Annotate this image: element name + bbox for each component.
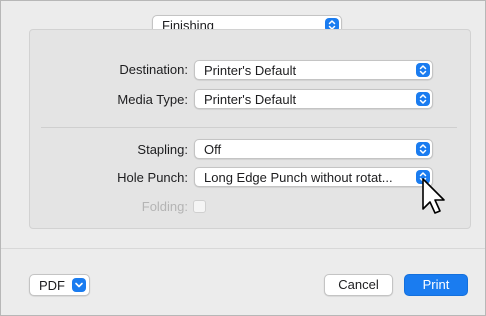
folding-checkbox[interactable] <box>193 200 206 213</box>
hole-punch-label: Hole Punch: <box>117 170 188 185</box>
section-divider <box>41 127 457 128</box>
mouse-pointer-icon <box>422 178 445 214</box>
cancel-button[interactable]: Cancel <box>324 274 393 296</box>
up-down-chevron-icon <box>416 63 430 77</box>
folding-label: Folding: <box>141 199 188 214</box>
stapling-popup[interactable]: Off <box>194 139 433 159</box>
hole-punch-value: Long Edge Punch without rotat... <box>204 170 393 185</box>
up-down-chevron-icon <box>416 142 430 156</box>
media-type-value: Printer's Default <box>204 92 297 107</box>
destination-value: Printer's Default <box>204 63 297 78</box>
pdf-menu-button[interactable]: PDF <box>29 274 90 296</box>
pdf-label: PDF <box>39 278 65 293</box>
hole-punch-popup[interactable]: Long Edge Punch without rotat... <box>194 167 433 187</box>
media-type-label: Media Type: <box>117 92 188 107</box>
print-dialog: Finishing Destination: Printer's Default… <box>0 0 486 316</box>
up-down-chevron-icon <box>416 92 430 106</box>
print-button[interactable]: Print <box>404 274 468 296</box>
destination-popup[interactable]: Printer's Default <box>194 60 433 80</box>
stapling-label: Stapling: <box>137 142 188 157</box>
media-type-popup[interactable]: Printer's Default <box>194 89 433 109</box>
chevron-down-icon <box>72 278 86 292</box>
stapling-value: Off <box>204 142 222 157</box>
footer-divider <box>1 248 485 249</box>
destination-label: Destination: <box>119 62 188 77</box>
